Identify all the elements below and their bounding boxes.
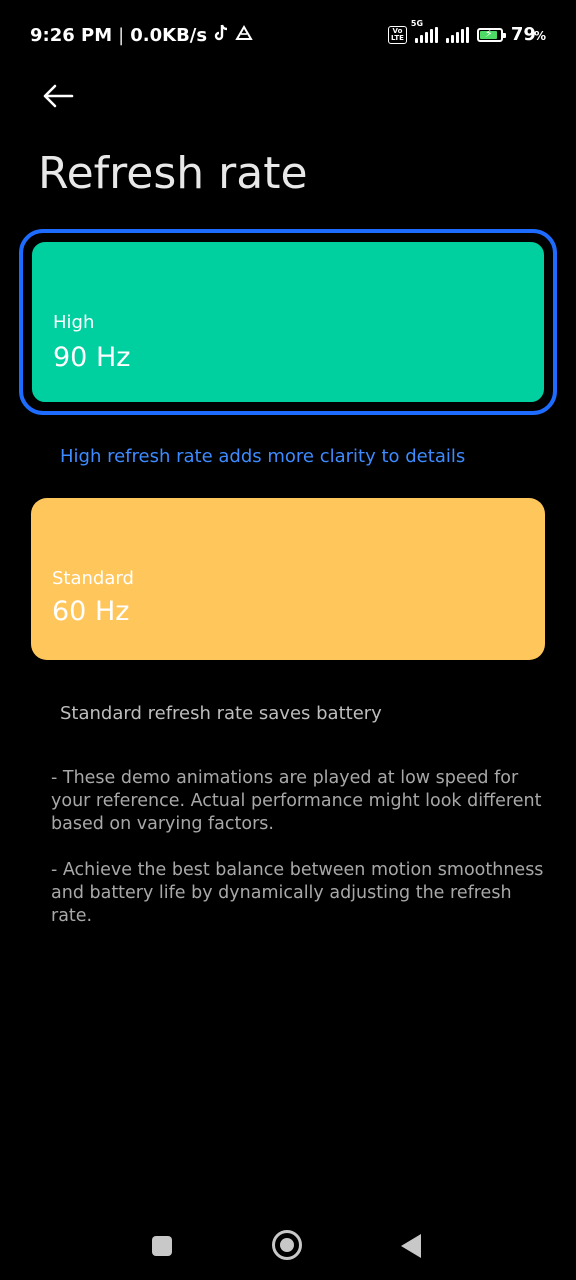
status-right: Vo LTE 5G ⚡ 79% (388, 19, 546, 45)
status-left: 9:26 PM | 0.0KB/s (30, 24, 253, 47)
volte-icon: Vo LTE (388, 25, 407, 44)
signal-icon: 5G (411, 19, 438, 43)
tiktok-icon (213, 24, 229, 47)
option-standard-value: 60 Hz (52, 596, 130, 627)
volte-line2: LTE (391, 33, 404, 42)
option-standard-card[interactable]: Standard 60 Hz (31, 498, 545, 660)
back-button[interactable] (38, 78, 78, 114)
status-bar: 9:26 PM | 0.0KB/s Vo LTE 5G ⚡ 79% (0, 0, 576, 72)
home-circle-icon[interactable] (272, 1230, 302, 1260)
network-tag: 5G (410, 18, 424, 28)
signal-icon (445, 26, 469, 43)
option-high-label: High (53, 312, 95, 333)
option-standard-label: Standard (52, 568, 134, 589)
note-demo-animations: - These demo animations are played at lo… (51, 768, 542, 834)
option-standard-caption: Standard refresh rate saves battery (60, 703, 382, 724)
notes: - These demo animations are played at lo… (51, 767, 551, 951)
option-high-card[interactable]: High 90 Hz (29, 239, 547, 405)
navigation-bar (0, 1212, 576, 1280)
status-time: 9:26 PM (30, 25, 113, 46)
option-high-caption: High refresh rate adds more clarity to d… (60, 446, 466, 467)
option-high-value: 90 Hz (53, 342, 131, 373)
drive-icon (235, 25, 253, 46)
status-separator: | (118, 25, 125, 46)
battery-charging-icon: ⚡ (476, 27, 506, 42)
recents-square-icon[interactable] (152, 1236, 172, 1256)
page-title: Refresh rate (38, 148, 308, 199)
status-net-speed: 0.0KB/s (130, 25, 208, 46)
battery-percent: 79% (510, 24, 546, 45)
arrow-left-icon (43, 84, 74, 108)
note-balance: - Achieve the best balance between motio… (51, 860, 544, 926)
back-triangle-icon[interactable] (401, 1234, 421, 1258)
